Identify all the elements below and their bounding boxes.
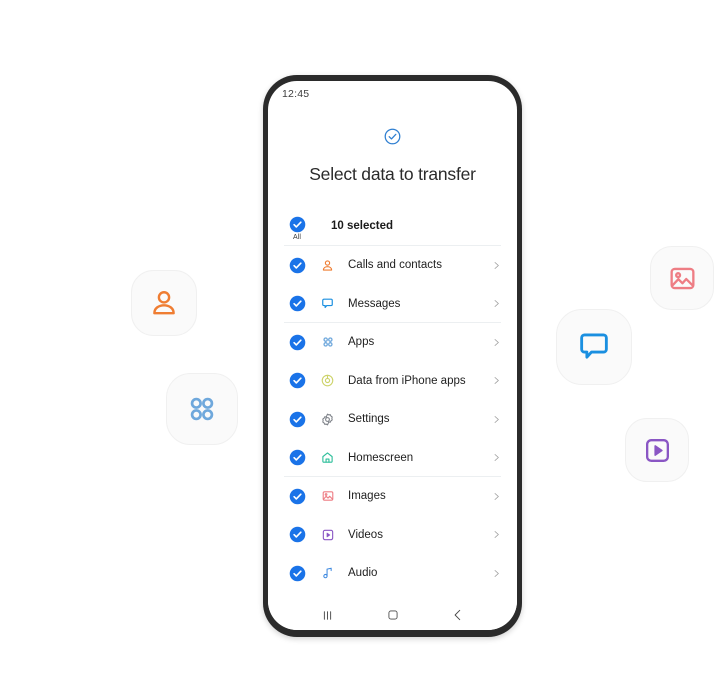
android-navigation-bar: [268, 600, 517, 630]
apps-tile: [166, 373, 238, 445]
list-item-data-from-iphone-apps[interactable]: Data from iPhone apps: [284, 362, 501, 401]
list-item-label: Videos: [348, 528, 383, 541]
checkbox-checked-icon: [289, 372, 305, 389]
contacts-tile: [131, 270, 197, 336]
row-checkbox[interactable]: [284, 334, 310, 351]
checkbox-checked-icon: [289, 295, 305, 312]
list-item-label: Settings: [348, 413, 390, 426]
row-checkbox[interactable]: [284, 411, 310, 428]
apps-grid-icon: [185, 392, 219, 426]
checkbox-checked-icon: [289, 565, 305, 582]
list-item-messages[interactable]: Messages: [284, 285, 501, 324]
chevron-right-icon[interactable]: [487, 415, 501, 424]
row-checkbox[interactable]: [284, 526, 310, 543]
checkbox-checked-icon: [289, 449, 305, 466]
chevron-right-icon[interactable]: [487, 492, 501, 501]
status-bar: 12:45: [268, 81, 517, 107]
checkbox-checked-icon: [289, 334, 305, 351]
home-icon: [315, 450, 340, 465]
row-checkbox[interactable]: [284, 295, 310, 312]
list-item-calls-and-contacts[interactable]: Calls and contacts: [284, 246, 501, 285]
home-square-icon[interactable]: [386, 608, 400, 622]
chat-bubble-icon: [315, 296, 340, 311]
list-item-settings[interactable]: Settings: [284, 400, 501, 439]
chevron-right-icon[interactable]: [487, 299, 501, 308]
list-item-videos[interactable]: Videos: [284, 516, 501, 555]
list-item-label: Audio: [348, 567, 378, 580]
list-item-label: Calls and contacts: [348, 259, 442, 272]
gear-icon: [315, 412, 340, 427]
list-item-label: Apps: [348, 336, 375, 349]
list-item-label: Data from iPhone apps: [348, 374, 466, 387]
phone-device: 12:45 Select data to transfer All 10 sel…: [263, 75, 522, 637]
list-item-apps[interactable]: Apps: [284, 323, 501, 362]
list-item-images[interactable]: Images: [284, 477, 501, 516]
row-checkbox[interactable]: [284, 565, 310, 582]
checkbox-checked-icon: [289, 488, 305, 505]
apps-grid-icon: [315, 335, 340, 349]
select-all-label: All: [292, 233, 302, 241]
target-icon: [315, 373, 340, 388]
music-note-icon: [315, 566, 340, 580]
checkbox-checked-icon: [289, 216, 305, 232]
select-all-row[interactable]: All 10 selected: [284, 207, 501, 246]
chevron-right-icon[interactable]: [487, 569, 501, 578]
checkbox-checked-icon: [289, 411, 305, 428]
list-item-label: Homescreen: [348, 451, 414, 464]
screen-header: Select data to transfer: [268, 107, 517, 185]
page-title: Select data to transfer: [309, 164, 476, 184]
person-icon: [147, 286, 181, 320]
list-item-audio[interactable]: Audio: [284, 554, 501, 593]
data-list: All 10 selected Calls and contacts Messa…: [268, 207, 517, 600]
selected-count: 10 selected: [331, 220, 394, 232]
back-chevron-icon[interactable]: [451, 608, 465, 622]
checkbox-checked-icon: [289, 526, 305, 543]
image-icon: [667, 263, 698, 294]
list-item-homescreen[interactable]: Homescreen: [284, 439, 501, 478]
chat-bubble-icon: [575, 328, 613, 366]
messages-tile: [556, 309, 632, 385]
video-play-icon: [642, 435, 673, 466]
checkbox-checked-icon: [289, 257, 305, 274]
person-icon: [315, 258, 340, 273]
status-time: 12:45: [282, 88, 310, 100]
recents-icon[interactable]: [320, 608, 335, 623]
phone-screen: 12:45 Select data to transfer All 10 sel…: [268, 81, 517, 630]
chevron-right-icon[interactable]: [487, 338, 501, 347]
videos-tile: [625, 418, 689, 482]
chevron-right-icon[interactable]: [487, 530, 501, 539]
row-checkbox[interactable]: [284, 449, 310, 466]
row-checkbox[interactable]: [284, 257, 310, 274]
list-item-label: Images: [348, 490, 386, 503]
row-checkbox[interactable]: [284, 488, 310, 505]
select-all-checkbox[interactable]: All: [284, 216, 310, 241]
list-item-label: Messages: [348, 297, 401, 310]
video-play-icon: [315, 528, 340, 542]
row-checkbox[interactable]: [284, 372, 310, 389]
chevron-right-icon[interactable]: [487, 261, 501, 270]
image-icon: [315, 489, 340, 503]
check-circle-icon: [383, 127, 402, 146]
chevron-right-icon[interactable]: [487, 376, 501, 385]
chevron-right-icon[interactable]: [487, 453, 501, 462]
images-tile: [650, 246, 714, 310]
